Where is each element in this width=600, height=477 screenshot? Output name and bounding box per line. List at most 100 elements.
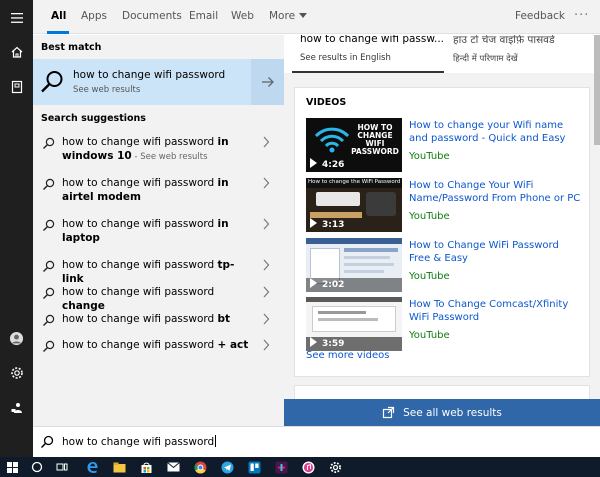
search-icon xyxy=(40,435,54,449)
video-duration: 3:59 xyxy=(322,339,345,349)
itunes-icon[interactable] xyxy=(301,460,315,474)
chevron-right-icon[interactable] xyxy=(261,258,271,272)
thumbnail-caption: HOW TO CHANGE WIFI PASSWORD xyxy=(351,123,399,156)
video-duration: 3:13 xyxy=(322,220,345,230)
arrow-right-icon xyxy=(261,77,274,87)
tab-documents[interactable]: Documents xyxy=(122,0,182,34)
tab-email[interactable]: Email xyxy=(189,0,218,34)
video-thumbnail[interactable]: 2:02 xyxy=(306,238,402,292)
suggestion-separator: - xyxy=(131,152,141,162)
chevron-right-icon[interactable] xyxy=(261,338,271,352)
suggestion-item[interactable]: how to change wifi password in laptop xyxy=(33,217,284,247)
preview-pane: how to change wifi passw... See results … xyxy=(284,35,600,399)
tab-all[interactable]: All xyxy=(51,0,66,34)
settings-gear-icon[interactable] xyxy=(0,358,33,388)
chrome-icon[interactable] xyxy=(193,460,207,474)
chevron-right-icon[interactable] xyxy=(261,285,271,299)
next-card xyxy=(294,385,590,399)
best-match-subtitle: See web results xyxy=(73,85,141,95)
videos-card: VIDEOS HOW TO CHANGE WIFI PASSWORD 4:26 … xyxy=(294,87,590,377)
video-source: YouTube xyxy=(409,211,450,222)
suggestion-item[interactable]: how to change wifi password change xyxy=(33,285,284,312)
video-item[interactable]: How to change the WiFi Password 3:13 How… xyxy=(306,178,586,234)
suggestion-text: how to change wifi password change xyxy=(62,285,252,313)
chevron-right-icon[interactable] xyxy=(261,135,271,149)
search-icon xyxy=(43,260,55,272)
mail-icon[interactable] xyxy=(166,460,180,474)
store-icon[interactable] xyxy=(139,460,153,474)
video-title-link[interactable]: How To Change Comcast/Xfinity WiFi Passw… xyxy=(409,298,581,324)
search-icon xyxy=(43,137,55,149)
video-title-link[interactable]: How to Change Your WiFi Name/Password Fr… xyxy=(409,179,581,205)
video-title-link[interactable]: How to Change WiFi Password Free & Easy xyxy=(409,239,581,265)
language-tab-english-title: how to change wifi passw... xyxy=(300,35,444,45)
play-icon xyxy=(310,337,317,347)
hamburger-menu-icon[interactable] xyxy=(0,3,33,33)
windows-start-icon[interactable] xyxy=(5,460,19,474)
suggestion-item[interactable]: how to change wifi password in airtel mo… xyxy=(33,176,284,206)
video-item[interactable]: 3:59 How To Change Comcast/Xfinity WiFi … xyxy=(306,297,586,353)
search-input[interactable]: how to change wifi password xyxy=(33,426,600,457)
slack-icon[interactable] xyxy=(274,460,288,474)
video-duration: 2:02 xyxy=(322,280,345,290)
taskbar xyxy=(0,457,600,477)
video-title-link[interactable]: How to change your Wifi name and passwor… xyxy=(409,119,581,145)
edge-browser-icon[interactable] xyxy=(85,460,99,474)
search-icon xyxy=(43,178,55,190)
home-icon[interactable] xyxy=(0,37,33,67)
avatar[interactable] xyxy=(0,323,33,353)
file-explorer-icon[interactable] xyxy=(112,460,126,474)
video-item[interactable]: 2:02 How to Change WiFi Password Free & … xyxy=(306,238,586,294)
text-cursor xyxy=(215,435,217,447)
telegram-icon[interactable] xyxy=(220,460,234,474)
cortana-icon[interactable] xyxy=(30,460,44,474)
video-source: YouTube xyxy=(409,330,450,341)
see-all-web-results-button[interactable]: See all web results xyxy=(284,399,600,426)
video-item[interactable]: HOW TO CHANGE WIFI PASSWORD 4:26 How to … xyxy=(306,118,586,174)
chevron-down-icon xyxy=(299,13,308,18)
results-list: Best match how to change wifi password S… xyxy=(33,35,284,426)
suggestion-text: how to change wifi password in airtel mo… xyxy=(62,176,252,204)
search-scope-tabs: All Apps Documents Email Web More Feedba… xyxy=(33,0,600,34)
chevron-right-icon[interactable] xyxy=(261,176,271,190)
chevron-right-icon[interactable] xyxy=(261,312,271,326)
best-match-heading: Best match xyxy=(41,42,102,53)
video-thumbnail[interactable]: How to change the WiFi Password 3:13 xyxy=(306,178,402,232)
feedback-person-icon[interactable] xyxy=(0,393,33,423)
scrollbar[interactable] xyxy=(594,35,600,145)
tab-more[interactable]: More xyxy=(269,0,308,34)
suggestion-item[interactable]: how to change wifi password tp-link xyxy=(33,258,284,285)
trello-icon[interactable] xyxy=(247,460,261,474)
video-source: YouTube xyxy=(409,271,450,282)
search-icon xyxy=(43,314,55,326)
language-tab-english[interactable]: how to change wifi passw... See results … xyxy=(292,35,444,73)
chevron-right-icon[interactable] xyxy=(261,217,271,231)
best-match-title: how to change wifi password xyxy=(73,69,226,81)
video-thumbnail[interactable]: 3:59 xyxy=(306,297,402,351)
suggestion-item[interactable]: how to change wifi password bt xyxy=(33,312,284,332)
task-view-icon[interactable] xyxy=(55,460,69,474)
language-tabs: how to change wifi passw... See results … xyxy=(284,35,600,73)
tab-web[interactable]: Web xyxy=(231,0,254,34)
video-duration: 4:26 xyxy=(322,160,345,170)
video-thumbnail[interactable]: HOW TO CHANGE WIFI PASSWORD 4:26 xyxy=(306,118,402,172)
thumbnail-caption: How to change the WiFi Password xyxy=(308,179,400,185)
suggestion-base: how to change wifi password xyxy=(62,177,218,189)
suggestion-item[interactable]: how to change wifi password + act xyxy=(33,338,284,358)
suggestion-item[interactable]: how to change wifi password in windows 1… xyxy=(33,135,284,165)
suggestion-completion: + act xyxy=(217,339,249,351)
best-match-open[interactable]: how to change wifi password See web resu… xyxy=(33,59,251,105)
tab-apps[interactable]: Apps xyxy=(81,0,107,34)
open-external-icon xyxy=(383,406,395,419)
settings-icon[interactable] xyxy=(328,460,342,474)
more-options-icon[interactable]: ··· xyxy=(574,0,589,31)
feedback-link[interactable]: Feedback xyxy=(515,0,565,33)
open-preview-button[interactable] xyxy=(251,59,284,105)
notebook-icon[interactable] xyxy=(0,72,33,102)
see-more-videos-link[interactable]: See more videos xyxy=(306,350,389,361)
play-icon xyxy=(310,278,317,288)
see-all-web-results-label: See all web results xyxy=(403,406,502,419)
best-match-item[interactable]: how to change wifi password See web resu… xyxy=(33,59,284,105)
play-icon xyxy=(310,218,317,228)
video-source: YouTube xyxy=(409,151,450,162)
